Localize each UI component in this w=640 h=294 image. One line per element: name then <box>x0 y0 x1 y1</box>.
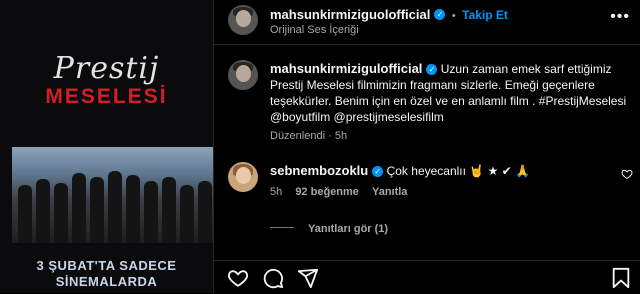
post-header: mahsunkirmiziguolofficial ✓ • Takip Et Or… <box>214 0 640 45</box>
comment-time: 5h <box>270 186 283 198</box>
comment: sebnembozoklu ✓ Çok heyecanlıı 🤘 ★ ✔ 🙏 5h… <box>270 163 600 200</box>
view-replies[interactable]: Yanıtları gör (1) <box>270 219 388 237</box>
caption-avatar[interactable] <box>228 60 258 90</box>
verified-badge-icon: ✓ <box>434 9 446 21</box>
poster-release-line1: 3 ŞUBAT'TA SADECE <box>36 258 177 273</box>
comment-icon[interactable] <box>262 267 284 289</box>
heart-icon[interactable] <box>227 267 249 289</box>
comment-like-heart-icon[interactable] <box>621 168 633 180</box>
poster-release-line2: SİNEMALARDA <box>55 274 158 289</box>
view-replies-label[interactable]: Yanıtları gör (1) <box>308 223 388 235</box>
audio-label[interactable]: Orijinal Ses İçeriği <box>270 24 359 36</box>
caption-meta: Düzenlendi · 5h <box>270 128 628 144</box>
post-media[interactable]: Prestij MESELESİ 3 ŞUBAT'TA SADECE SİNEM… <box>0 0 213 293</box>
share-icon[interactable] <box>297 267 319 289</box>
poster-title: Prestij MESELESİ <box>0 52 213 108</box>
header-separator: • <box>451 10 456 22</box>
caption-time: 5h <box>334 130 348 142</box>
verified-badge-icon: ✓ <box>426 64 438 76</box>
reply-button[interactable]: Yanıtla <box>372 186 407 198</box>
replies-line <box>270 227 294 229</box>
comment-text: Çok heyecanlıı 🤘 ★ ✔ 🙏 <box>386 164 531 178</box>
commenter-avatar[interactable] <box>228 162 258 192</box>
poster-photo <box>12 147 213 243</box>
verified-badge-icon: ✓ <box>372 166 384 178</box>
caption-meta-separator: · <box>328 130 332 142</box>
poster-title-line1: Prestij <box>53 51 160 86</box>
comment-likes[interactable]: 92 beğenme <box>295 186 359 198</box>
post-caption: mahsunkirmizigulofficial ✓ Uzun zaman eme… <box>270 61 628 144</box>
action-bar <box>214 260 640 294</box>
poster-title-line2: MESELESİ <box>45 85 168 108</box>
follow-button[interactable]: Takip Et <box>462 8 508 22</box>
comment-meta: 5h 92 beğenme Yanıtla <box>270 184 600 200</box>
poster-release-date: 3 ŞUBAT'TA SADECE SİNEMALARDA <box>0 258 213 290</box>
more-horizontal-icon[interactable]: ••• <box>610 8 630 26</box>
author-avatar[interactable] <box>228 5 258 35</box>
bookmark-icon[interactable] <box>610 267 632 289</box>
edited-label: Düzenlendi <box>270 130 326 142</box>
caption-username[interactable]: mahsunkirmizigulofficial <box>270 61 422 76</box>
commenter-username[interactable]: sebnembozoklu <box>270 163 368 178</box>
author-username[interactable]: mahsunkirmiziguolofficial <box>270 7 430 22</box>
